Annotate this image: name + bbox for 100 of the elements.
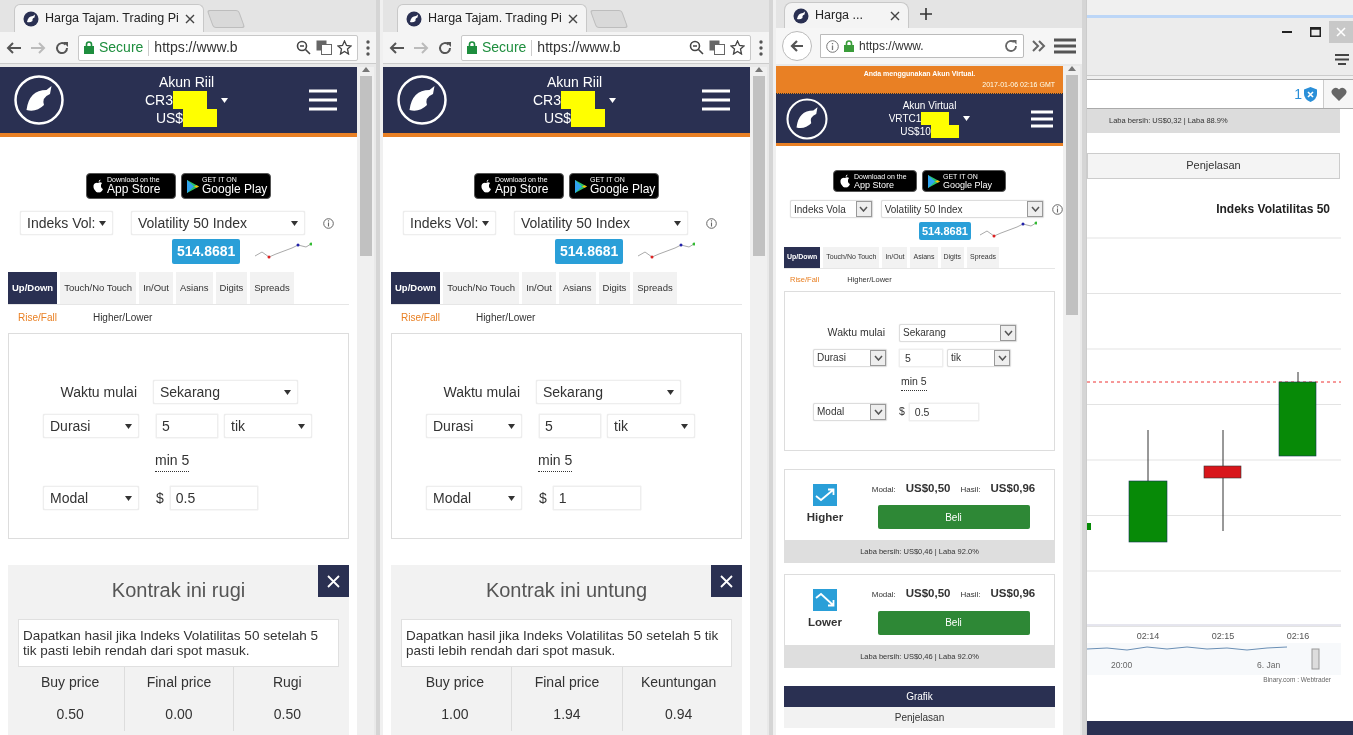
back-button[interactable] <box>782 31 812 61</box>
contract-type-tab[interactable]: Up/Down <box>391 272 441 305</box>
amount-input[interactable]: 0.5 <box>908 402 979 421</box>
reload-icon[interactable] <box>437 39 453 56</box>
browser-tab[interactable]: Harga Tajam. Trading Pi <box>397 4 587 32</box>
browser-tab[interactable]: Harga ... <box>784 2 909 28</box>
address-bar[interactable]: Secure https://www.b <box>78 34 358 61</box>
plus-icon[interactable] <box>919 7 933 21</box>
duration-unit-dropdown[interactable]: tik <box>607 414 695 439</box>
scrollbar[interactable] <box>1063 66 1080 735</box>
contract-type-tab[interactable]: Touch/No Touch <box>60 272 137 305</box>
contract-type-tab[interactable]: Touch/No Touch <box>443 272 520 305</box>
min-duration-note: min 5 <box>538 450 573 473</box>
zoom-icon[interactable] <box>689 40 704 55</box>
browser-tab[interactable]: Harga Tajam. Trading Pi <box>14 4 204 32</box>
more-menu-icon[interactable] <box>366 39 370 56</box>
more-menu-icon[interactable] <box>759 39 763 56</box>
close-button[interactable] <box>711 565 742 598</box>
scrollbar[interactable] <box>750 67 767 735</box>
duration-type-dropdown[interactable]: Durasi <box>813 348 887 367</box>
reload-icon[interactable] <box>1004 39 1018 53</box>
info-icon[interactable] <box>706 217 717 229</box>
section-tab[interactable]: Penjelasan <box>784 707 1055 729</box>
contract-type-tab[interactable]: Asians <box>176 272 213 305</box>
section-tab[interactable]: Penjelasan <box>1087 153 1340 179</box>
info-icon[interactable] <box>323 217 334 229</box>
start-time-dropdown[interactable]: Sekarang <box>536 380 681 405</box>
duration-unit-dropdown[interactable]: tik <box>947 348 1011 367</box>
contract-name: Lower <box>808 614 842 630</box>
info-icon[interactable] <box>826 39 839 53</box>
close-icon[interactable] <box>185 13 195 24</box>
underlying-dropdown[interactable]: Volatility 50 Index <box>131 211 305 235</box>
buy-button[interactable]: Beli <box>877 610 1030 635</box>
address-bar[interactable]: Secure https://www.b <box>461 34 751 61</box>
scrollbar-thumb[interactable] <box>1065 75 1078 315</box>
play-logo-icon <box>928 174 940 188</box>
back-icon[interactable] <box>6 39 22 56</box>
contract-type-tab[interactable]: Up/Down <box>8 272 58 305</box>
contract-type-tab[interactable]: Spreads <box>250 272 294 305</box>
caret-icon[interactable] <box>609 97 616 103</box>
info-icon[interactable] <box>1052 203 1063 215</box>
scrollbar-thumb[interactable] <box>359 76 372 256</box>
scroll-up-icon[interactable] <box>754 67 763 72</box>
amount-type-dropdown[interactable]: Modal <box>813 402 887 421</box>
sub-tab[interactable]: Higher/Lower <box>475 310 536 326</box>
contract-type-tab[interactable]: Spreads <box>633 272 677 305</box>
zoom-icon[interactable] <box>296 40 311 55</box>
amount-type-dropdown[interactable]: Modal <box>43 486 139 511</box>
overflow-chevrons-icon[interactable] <box>1032 40 1046 52</box>
back-icon[interactable] <box>389 39 405 56</box>
menu-icon[interactable] <box>1054 38 1076 54</box>
start-time-dropdown[interactable]: Sekarang <box>899 323 1017 342</box>
amount-input[interactable]: 0.5 <box>169 486 258 511</box>
duration-input[interactable]: 5 <box>899 348 943 367</box>
market-dropdown[interactable]: Indeks Vola <box>790 200 873 218</box>
amount-input[interactable]: 1 <box>552 486 641 511</box>
navigator-handle[interactable] <box>1311 648 1320 670</box>
amount-type-dropdown[interactable]: Modal <box>426 486 522 511</box>
contract-type-tab[interactable]: In/Out <box>522 272 556 305</box>
start-time-dropdown[interactable]: Sekarang <box>153 380 298 405</box>
address-bar[interactable]: https://www. <box>820 34 1024 58</box>
sub-tab[interactable]: Higher/Lower <box>92 310 153 326</box>
duration-input[interactable]: 5 <box>156 414 218 439</box>
menu-icon[interactable] <box>1335 54 1349 66</box>
contract-type-tab[interactable]: Asians <box>559 272 596 305</box>
chevron-down-icon <box>1003 329 1013 336</box>
table-cell: 0.94 <box>622 699 734 732</box>
caret-icon[interactable] <box>221 97 228 103</box>
contract-type-tab[interactable]: Digits <box>215 272 248 305</box>
caret-icon <box>99 220 106 226</box>
caret-icon <box>291 220 298 226</box>
close-icon[interactable] <box>568 13 578 24</box>
scroll-up-icon[interactable] <box>361 67 370 72</box>
underlying-dropdown[interactable]: Volatility 50 Index <box>514 211 688 235</box>
close-button[interactable] <box>318 565 349 598</box>
contract-type-tab[interactable]: Digits <box>598 272 631 305</box>
market-dropdown[interactable]: Indeks Vol: <box>403 211 496 235</box>
scroll-up-icon[interactable] <box>1067 66 1076 71</box>
duration-unit-dropdown[interactable]: tik <box>224 414 312 439</box>
heart-icon[interactable] <box>1330 87 1347 101</box>
underlying-dropdown[interactable]: Volatility 50 Index <box>880 200 1044 218</box>
column-header: Final price <box>510 667 623 700</box>
translate-icon[interactable] <box>709 40 725 55</box>
duration-type-dropdown[interactable]: Durasi <box>426 414 522 439</box>
scrollbar-thumb[interactable] <box>752 76 765 256</box>
reload-icon[interactable] <box>54 39 70 56</box>
star-icon[interactable] <box>730 40 745 55</box>
scrollbar[interactable] <box>357 67 374 735</box>
buy-button[interactable]: Beli <box>877 505 1030 530</box>
star-icon[interactable] <box>337 40 352 55</box>
play-logo-icon <box>187 179 199 193</box>
section-tab[interactable]: Grafik <box>784 686 1055 708</box>
duration-input[interactable]: 5 <box>539 414 601 439</box>
caret-icon[interactable] <box>963 116 971 121</box>
duration-type-dropdown[interactable]: Durasi <box>43 414 139 439</box>
url-text: https://www. <box>859 38 925 55</box>
close-icon[interactable] <box>890 10 900 21</box>
contract-type-tab[interactable]: In/Out <box>139 272 173 305</box>
market-dropdown[interactable]: Indeks Vol: <box>20 211 113 235</box>
translate-icon[interactable] <box>316 40 332 55</box>
